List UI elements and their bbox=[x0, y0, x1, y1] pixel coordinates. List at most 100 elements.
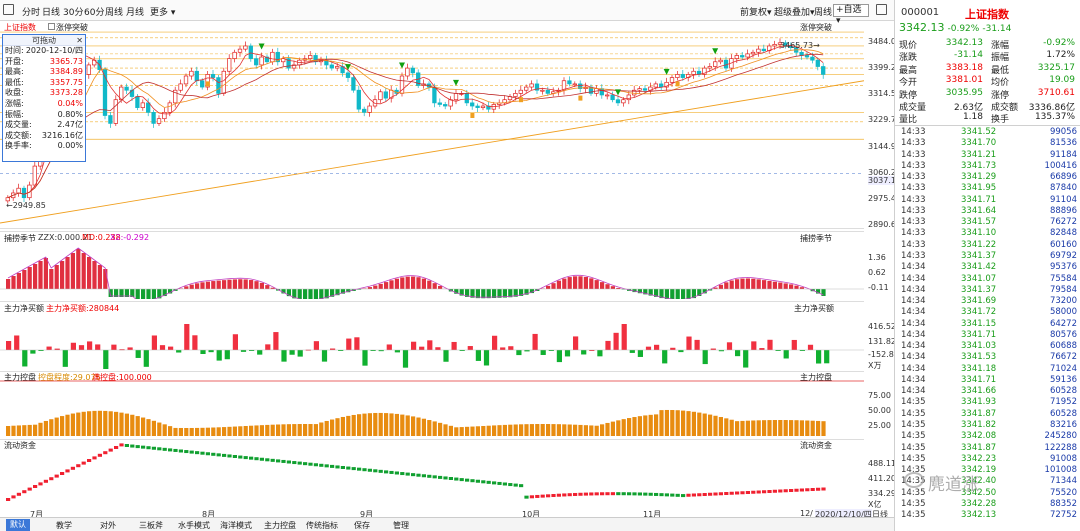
current-price: 3342.13 bbox=[899, 21, 945, 34]
tick-row: 14:33 3341.21 91184 bbox=[899, 150, 1077, 161]
candle-body bbox=[156, 118, 162, 124]
tab-default[interactable]: 默认 bbox=[6, 519, 30, 531]
tab-main-control[interactable]: 主力控盘 bbox=[264, 520, 296, 531]
tab-sailor-mode[interactable]: 水手模式 bbox=[178, 520, 210, 531]
candle-body bbox=[470, 102, 475, 107]
liquid-fund-step bbox=[232, 455, 237, 458]
histogram-bar bbox=[556, 280, 561, 289]
histogram-bar bbox=[794, 285, 799, 289]
net-buy-bar bbox=[816, 350, 822, 364]
liquid-funds-canvas bbox=[6, 443, 826, 501]
liquid-fund-step bbox=[540, 494, 545, 498]
panel-toggle-icon[interactable] bbox=[3, 4, 14, 15]
adjust-menu[interactable]: 前复权▾ bbox=[740, 5, 772, 18]
tab-daily[interactable]: 日线 bbox=[42, 5, 60, 18]
tick-row: 14:33 3341.73 100416 bbox=[899, 161, 1077, 172]
control-bar bbox=[697, 412, 702, 436]
tab-weekly[interactable]: 周线 bbox=[105, 5, 123, 18]
tick-row: 14:34 3341.03 60688 bbox=[899, 341, 1077, 352]
control-bar bbox=[724, 418, 729, 436]
window-icon[interactable] bbox=[876, 4, 887, 15]
weekly-button[interactable]: 周线 bbox=[814, 5, 832, 18]
tab-traditional[interactable]: 传统指标 bbox=[306, 520, 338, 531]
liquid-fund-step bbox=[664, 493, 669, 497]
tab-intraday[interactable]: 分时 bbox=[22, 5, 40, 18]
net-buy-bar bbox=[451, 341, 457, 350]
tick-time: 14:33 bbox=[901, 183, 926, 194]
liquid-fund-step bbox=[783, 489, 788, 493]
trend-line bbox=[0, 80, 864, 224]
histogram-bar bbox=[313, 289, 318, 299]
control-bar bbox=[222, 427, 227, 436]
control-bar bbox=[432, 421, 437, 436]
info-box-header[interactable]: 可拖动 ✕ bbox=[3, 35, 85, 46]
liquid-fund-step bbox=[405, 472, 410, 476]
net-buy-bar bbox=[500, 347, 506, 350]
histogram-bar bbox=[184, 286, 189, 289]
tab-save[interactable]: 保存 bbox=[354, 520, 370, 531]
histogram-bar bbox=[27, 267, 32, 289]
quote-value: 3381.01 bbox=[945, 75, 983, 86]
tab-monthly[interactable]: 月线 bbox=[126, 5, 144, 18]
liquid-fund-step bbox=[238, 455, 243, 459]
histogram-bar bbox=[65, 257, 70, 289]
candle-body bbox=[378, 91, 383, 101]
panel5-label: 488.11 bbox=[868, 459, 896, 468]
tick-row: 14:35 3342.13 72752 bbox=[899, 510, 1077, 521]
quote-key: 振幅 bbox=[991, 53, 1010, 64]
liquid-fund-step bbox=[610, 492, 615, 496]
wechat-icon bbox=[904, 472, 924, 488]
histogram-bar bbox=[97, 265, 102, 289]
net-buy-bar bbox=[516, 350, 522, 356]
watchlist-dropdown[interactable]: +自选 ▾ bbox=[833, 4, 869, 26]
histogram-bar bbox=[22, 270, 27, 289]
tab-three-axes[interactable]: 三板斧 bbox=[139, 520, 163, 531]
tick-price: 3341.37 bbox=[961, 284, 997, 295]
tab-ocean-mode[interactable]: 海洋模式 bbox=[220, 520, 252, 531]
candle-body bbox=[16, 187, 21, 194]
tab-external[interactable]: 对外 bbox=[100, 520, 116, 531]
draggable-info-box[interactable]: 可拖动 ✕ 时间: 2020-12-10/四 开盘: 3365.73 最高: 3384.… bbox=[2, 34, 86, 162]
tick-row: 14:33 3341.22 60160 bbox=[899, 240, 1077, 251]
control-bar bbox=[486, 425, 491, 436]
candle-body bbox=[140, 102, 145, 108]
tab-30min[interactable]: 30分 bbox=[63, 5, 83, 18]
histogram-bar bbox=[670, 289, 675, 299]
candle-body bbox=[745, 53, 750, 58]
control-bar bbox=[335, 418, 340, 436]
more-menu[interactable]: 更多 ▾ bbox=[150, 5, 175, 18]
net-buy-bar bbox=[22, 350, 28, 367]
control-bar bbox=[76, 412, 81, 436]
liquid-fund-step bbox=[11, 495, 16, 499]
histogram-bar bbox=[664, 289, 669, 299]
tick-price: 3341.71 bbox=[961, 329, 997, 340]
tab-manage[interactable]: 管理 bbox=[393, 520, 409, 531]
histogram-bar bbox=[205, 281, 210, 289]
main-kline-panel[interactable] bbox=[0, 21, 864, 229]
main-net-buy-panel[interactable] bbox=[0, 301, 864, 369]
overlay-menu[interactable]: 超级叠加▾ bbox=[774, 5, 815, 18]
control-bar bbox=[205, 427, 210, 436]
liquid-fund-step bbox=[222, 453, 227, 457]
control-bar bbox=[11, 425, 16, 436]
control-bar bbox=[573, 424, 578, 436]
histogram-bar bbox=[254, 281, 259, 289]
liquid-fund-step bbox=[200, 451, 205, 455]
liquid-funds-panel[interactable] bbox=[0, 439, 864, 509]
tick-time: 14:33 bbox=[901, 239, 926, 250]
control-bar bbox=[135, 416, 140, 436]
info-value: 2.47亿 bbox=[57, 120, 83, 130]
liquid-fund-step bbox=[778, 489, 783, 493]
green-arrow-icon bbox=[345, 64, 351, 71]
tab-60min[interactable]: 60分 bbox=[84, 5, 104, 18]
liquid-fund-step bbox=[654, 492, 659, 496]
histogram-bar bbox=[718, 284, 723, 289]
liquid-fund-step bbox=[394, 471, 399, 475]
quote-value: 2.63亿 bbox=[953, 103, 983, 113]
liquid-fund-step bbox=[141, 445, 146, 449]
candle-body bbox=[518, 89, 523, 94]
close-icon[interactable]: ✕ bbox=[76, 35, 83, 46]
histogram-bar bbox=[405, 276, 410, 289]
tab-teaching[interactable]: 教学 bbox=[56, 520, 72, 531]
histogram-bar bbox=[6, 279, 11, 289]
